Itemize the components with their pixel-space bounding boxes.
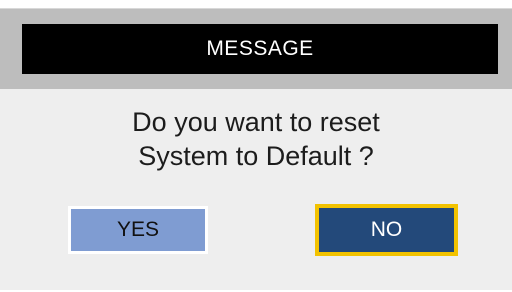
dialog-message: Do you want to reset System to Default ? — [0, 105, 512, 173]
message-dialog: MESSAGE Do you want to reset System to D… — [0, 8, 512, 290]
message-line-2: System to Default ? — [138, 141, 374, 171]
dialog-title-bar: MESSAGE — [0, 9, 512, 89]
dialog-title-strip: MESSAGE — [22, 24, 498, 74]
message-line-1: Do you want to reset — [132, 107, 380, 137]
dialog-title: MESSAGE — [206, 37, 314, 60]
yes-button[interactable]: YES — [68, 206, 208, 254]
no-button[interactable]: NO — [315, 204, 458, 256]
